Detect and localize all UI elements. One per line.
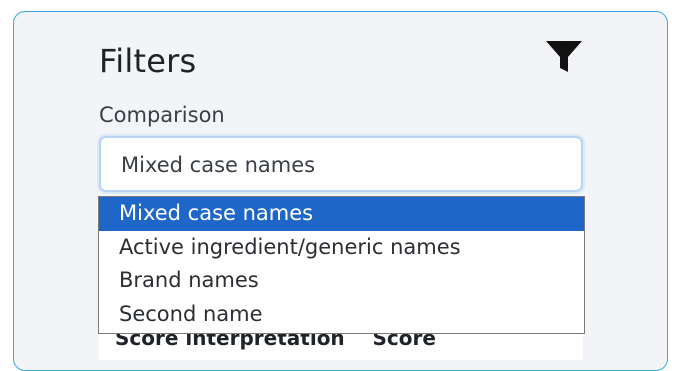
filters-panel: Filters Comparison Mixed case names Scor… xyxy=(13,11,668,371)
comparison-select-value: Mixed case names xyxy=(121,153,316,177)
comparison-label: Comparison xyxy=(99,103,225,127)
option-mixed-case-names[interactable]: Mixed case names xyxy=(99,197,584,231)
option-brand-names[interactable]: Brand names xyxy=(99,264,584,298)
filter-funnel-icon[interactable] xyxy=(544,39,584,75)
option-second-name[interactable]: Second name xyxy=(99,298,584,332)
filters-title: Filters xyxy=(99,42,197,80)
option-active-ingredient-generic-names[interactable]: Active ingredient/generic names xyxy=(99,231,584,265)
comparison-dropdown-list[interactable]: Mixed case names Active ingredient/gener… xyxy=(98,196,585,334)
comparison-select[interactable]: Mixed case names xyxy=(99,136,583,192)
